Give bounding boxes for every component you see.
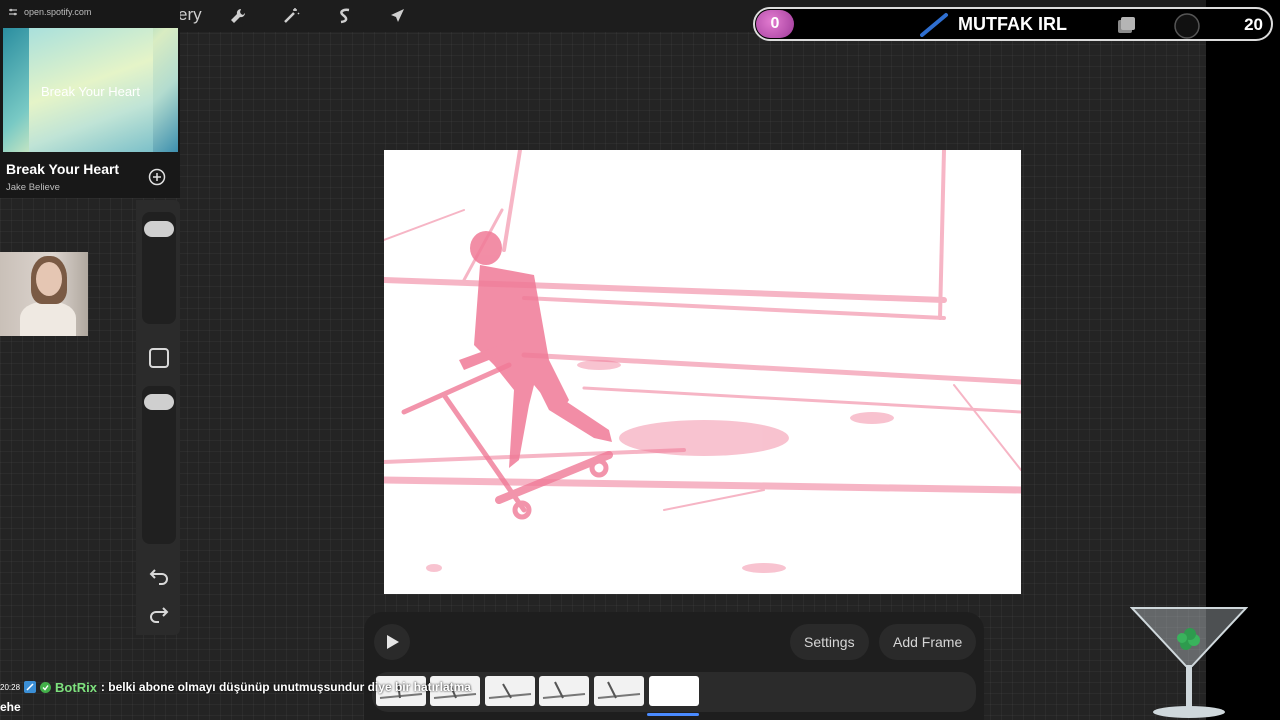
color-circle-icon <box>1174 13 1200 39</box>
left-score: 0 <box>756 10 794 38</box>
opacity-knob[interactable] <box>144 394 174 410</box>
verified-icon <box>40 681 52 693</box>
url-text: open.spotify.com <box>24 7 92 17</box>
album-cover: Break Your Heart <box>3 28 178 152</box>
brush-icon <box>920 13 948 37</box>
tune-icon <box>9 8 17 16</box>
animation-assist-panel: Settings Add Frame <box>364 612 984 720</box>
track-title: Break Your Heart <box>6 161 120 177</box>
drawing-canvas[interactable] <box>384 150 1021 594</box>
person-face <box>36 262 62 296</box>
url-bar: open.spotify.com <box>8 7 91 17</box>
stream-score-overlay: 0 MUTFAK IRL 20 <box>753 7 1273 41</box>
album-cover-title: Break Your Heart <box>40 84 140 99</box>
magic-wand-icon[interactable] <box>279 4 303 28</box>
layers-icon <box>1118 17 1135 33</box>
right-score: 20 <box>1244 15 1263 34</box>
pink-sketch <box>384 150 1021 573</box>
play-button[interactable] <box>374 624 410 660</box>
brush-size-knob[interactable] <box>144 221 174 237</box>
chat-message: 20:28 BotRix : belki abone olmayı düşünü… <box>0 678 520 696</box>
modify-button[interactable] <box>149 348 169 368</box>
transform-arrow-icon[interactable] <box>385 4 409 28</box>
chat-badge-icon <box>24 681 37 693</box>
procreate-sidebar <box>136 200 180 635</box>
track-artist: Jake Believe <box>6 182 60 193</box>
frame-thumbnail-active[interactable] <box>649 676 699 706</box>
person-torso <box>20 302 76 336</box>
spotify-widget: open.spotify.com Break Your Heart Break … <box>0 0 180 198</box>
stream-title: MUTFAK IRL <box>958 14 1067 34</box>
settings-button[interactable]: Settings <box>790 624 869 660</box>
chat-message-2: ehe <box>0 700 21 714</box>
undo-icon[interactable] <box>148 564 170 586</box>
redo-icon[interactable] <box>148 602 170 624</box>
webcam-feed <box>0 252 88 336</box>
active-frame-indicator <box>647 713 699 716</box>
frame-thumbnail[interactable] <box>539 676 589 706</box>
add-circle-icon[interactable] <box>148 168 166 186</box>
play-icon <box>387 635 399 649</box>
chat-message-text: : belki abone olmayı düşünüp unutmuşsund… <box>100 680 471 694</box>
martini-glass-icon <box>1130 607 1248 718</box>
gallery-button[interactable]: ery <box>178 5 202 25</box>
chat-username: BotRix <box>55 679 97 695</box>
add-frame-button[interactable]: Add Frame <box>879 624 977 660</box>
frame-thumbnail[interactable] <box>594 676 644 706</box>
chat-timestamp: 20:28 <box>0 682 21 692</box>
wrench-icon[interactable] <box>226 4 250 28</box>
selection-icon[interactable] <box>332 4 356 28</box>
